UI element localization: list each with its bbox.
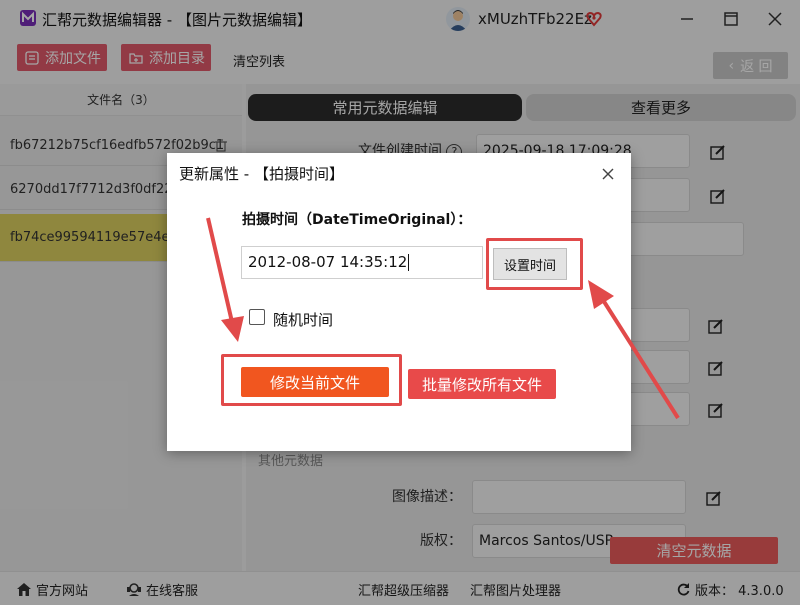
capture-time-value: 2012-08-07 14:35:12: [248, 253, 408, 271]
random-time-label[interactable]: 随机时间: [273, 309, 333, 330]
update-property-dialog: 更新属性 - 【拍摄时间】 拍摄时间（DateTimeOriginal）： 20…: [167, 153, 631, 451]
text-caret: [408, 254, 410, 271]
dialog-title: 更新属性 - 【拍摄时间】: [179, 165, 344, 183]
set-time-button[interactable]: 设置时间: [493, 248, 567, 280]
random-time-checkbox[interactable]: [249, 309, 265, 325]
modify-current-file-button[interactable]: 修改当前文件: [241, 367, 389, 397]
close-icon[interactable]: [601, 167, 615, 181]
batch-modify-all-button[interactable]: 批量修改所有文件: [408, 369, 556, 399]
capture-time-input[interactable]: 2012-08-07 14:35:12: [241, 246, 483, 279]
capture-time-label: 拍摄时间（DateTimeOriginal）：: [242, 212, 472, 228]
